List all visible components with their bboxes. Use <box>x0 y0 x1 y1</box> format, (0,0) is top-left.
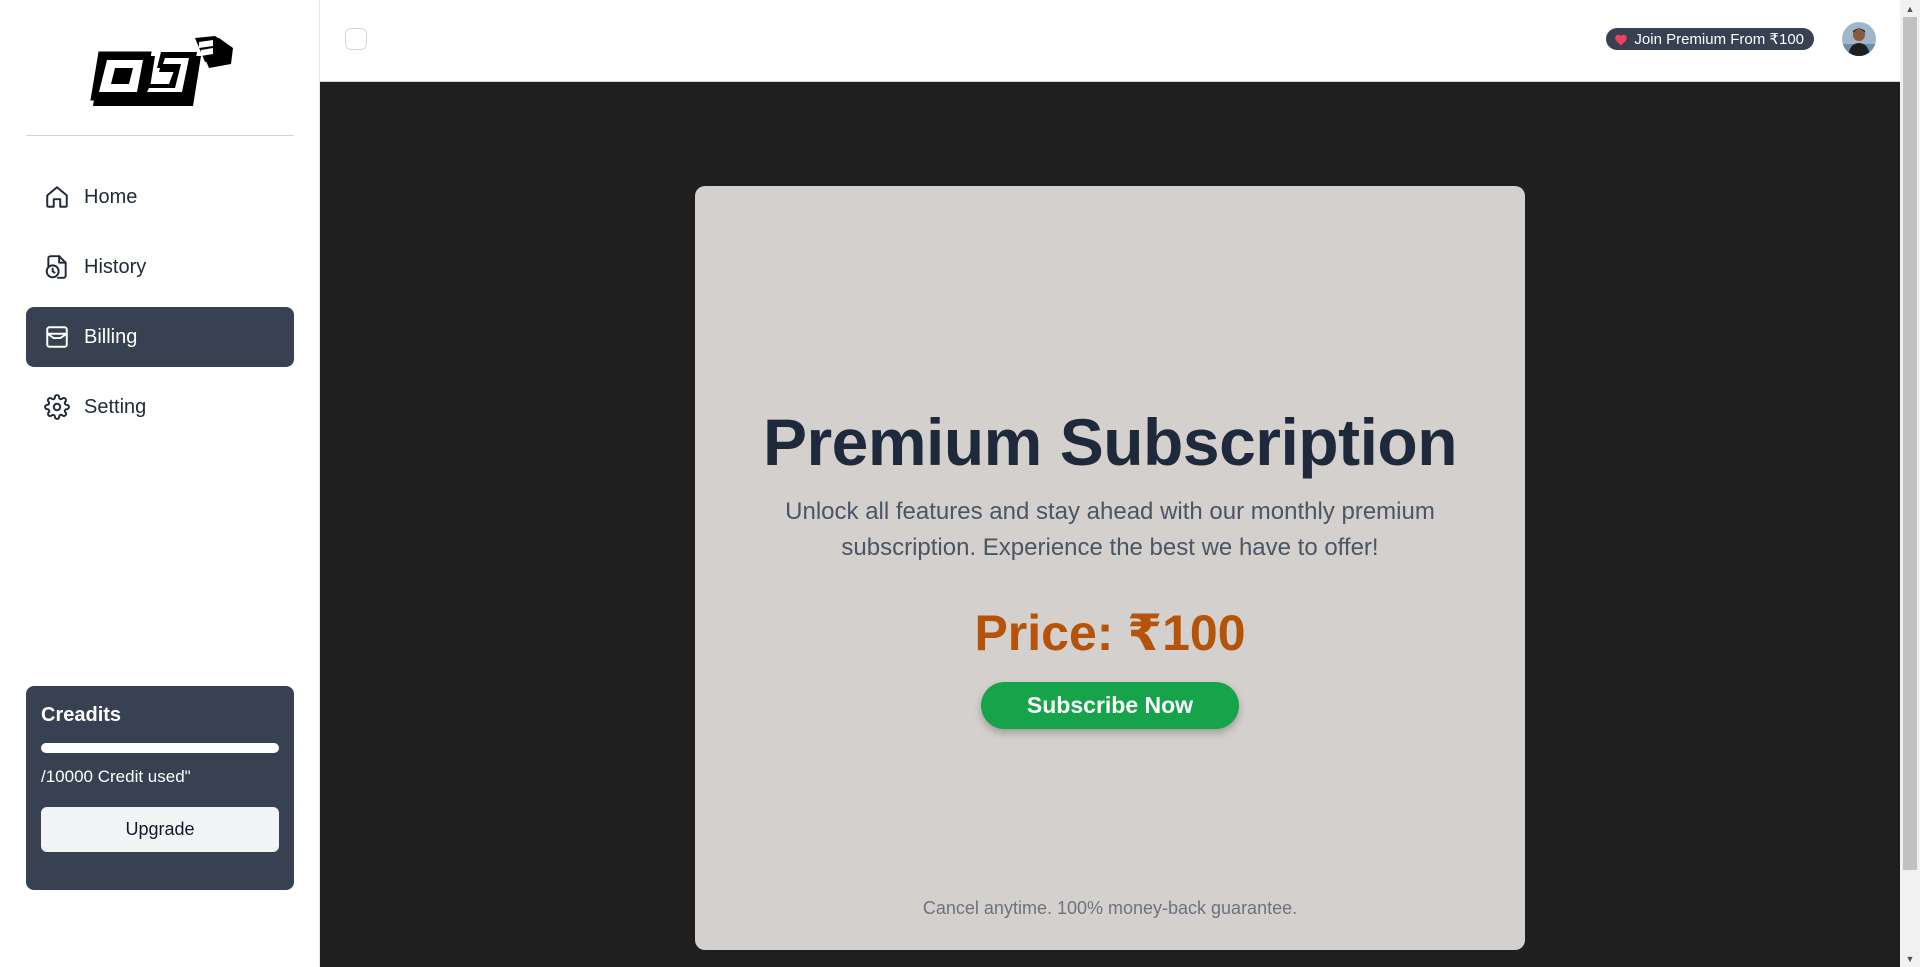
sidebar-item-label: Setting <box>84 395 147 418</box>
sidebar-nav: Home History Billing Setting <box>26 167 294 447</box>
home-icon <box>42 182 72 212</box>
scrollbar-thumb[interactable] <box>1903 17 1917 870</box>
credits-panel: Creadits /10000 Credit used" Upgrade <box>26 686 294 890</box>
heart-icon <box>1615 34 1628 45</box>
sidebar-toggle-checkbox[interactable] <box>345 28 367 50</box>
scroll-down-arrow-icon[interactable]: ▼ <box>1900 950 1920 967</box>
sidebar-item-setting[interactable]: Setting <box>26 377 294 437</box>
join-premium-badge[interactable]: Join Premium From ₹100 <box>1606 28 1814 50</box>
join-premium-label: Join Premium From ₹100 <box>1634 31 1804 48</box>
sidebar-item-history[interactable]: History <box>26 237 294 297</box>
sidebar-item-label: History <box>84 255 147 278</box>
sidebar-item-billing[interactable]: Billing <box>26 307 294 367</box>
upgrade-button[interactable]: Upgrade <box>41 807 279 852</box>
app-logo[interactable] <box>26 18 294 136</box>
sidebar-item-label: Billing <box>84 325 138 348</box>
credits-progress-bar <box>41 743 279 753</box>
sidebar: Home History Billing Setting Creadits /1… <box>0 0 320 967</box>
subscription-guarantee-note: Cancel anytime. 100% money-back guarante… <box>922 898 1298 918</box>
billing-icon <box>42 322 72 352</box>
main-content: Premium Subscription Unlock all features… <box>320 82 1900 967</box>
subscription-price: Price: ₹100 <box>974 605 1246 661</box>
credits-used-text: /10000 Credit used" <box>41 767 191 786</box>
subscription-description: Unlock all features and stay ahead with … <box>785 498 1435 561</box>
gear-icon <box>42 392 72 422</box>
page-scrollbar[interactable]: ▲ ▼ <box>1900 0 1920 967</box>
subscribe-now-button[interactable]: Subscribe Now <box>981 682 1239 729</box>
credits-title: Creadits <box>41 704 122 726</box>
sidebar-item-home[interactable]: Home <box>26 167 294 227</box>
logo-graphic <box>90 36 233 106</box>
user-avatar[interactable] <box>1842 22 1876 56</box>
sidebar-item-label: Home <box>84 185 138 208</box>
scroll-up-arrow-icon[interactable]: ▲ <box>1900 0 1920 17</box>
logo-divider <box>26 135 294 136</box>
subscription-card: Premium Subscription Unlock all features… <box>695 186 1525 950</box>
subscription-title: Premium Subscription <box>762 405 1458 479</box>
history-icon <box>42 252 72 282</box>
top-header: Join Premium From ₹100 <box>320 0 1900 82</box>
